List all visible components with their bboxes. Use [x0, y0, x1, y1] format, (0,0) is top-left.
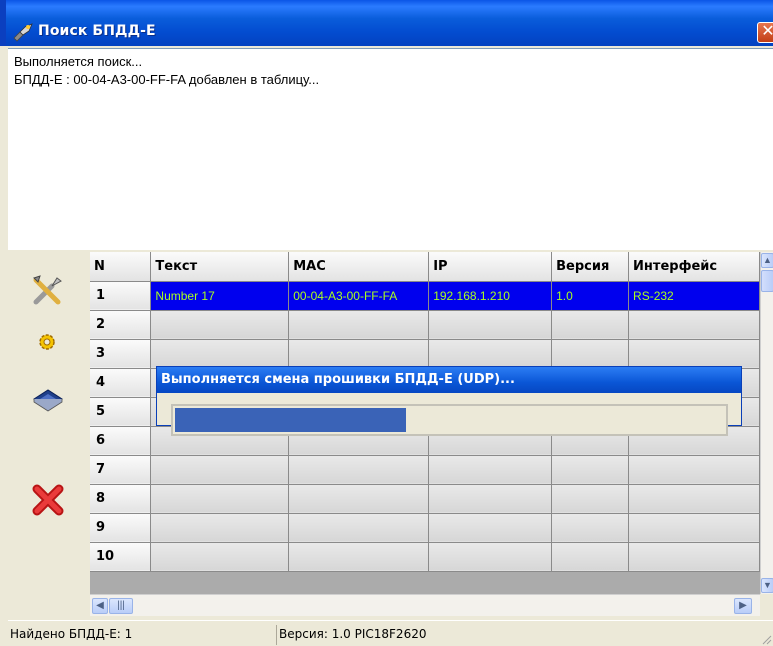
- status-found-count: Найдено БПДД-Е: 1: [10, 627, 133, 641]
- log-line: БПДД-Е : 00-04-A3-00-FF-FA добавлен в та…: [14, 72, 320, 87]
- scroll-right-button[interactable]: ▶: [734, 598, 752, 614]
- cell-version[interactable]: [551, 484, 630, 514]
- row-number[interactable]: 9: [90, 513, 152, 543]
- table-row[interactable]: 2: [90, 310, 760, 340]
- cell-ip[interactable]: [428, 455, 553, 485]
- progress-fill: [175, 408, 406, 432]
- scroll-hthumb[interactable]: |||: [109, 598, 133, 614]
- row-number[interactable]: 3: [90, 339, 152, 369]
- cell-version[interactable]: [551, 339, 630, 369]
- tools-icon[interactable]: [30, 272, 66, 311]
- scroll-down-button[interactable]: ▼: [761, 578, 773, 593]
- cell-ip[interactable]: [428, 310, 553, 340]
- cell-ip[interactable]: [428, 513, 553, 543]
- cell-interface[interactable]: [628, 339, 760, 369]
- cell-ip[interactable]: [428, 339, 553, 369]
- cell-version[interactable]: [551, 455, 630, 485]
- window-title: Поиск БПДД-Е: [38, 23, 156, 39]
- cell-interface[interactable]: [628, 513, 760, 543]
- progress-dialog[interactable]: Выполняется смена прошивки БПДД-Е (UDP).…: [156, 366, 742, 436]
- table-row[interactable]: 9: [90, 513, 760, 543]
- table-row[interactable]: 3: [90, 339, 760, 369]
- cell-ip[interactable]: [428, 542, 553, 572]
- left-toolbar: [8, 252, 90, 616]
- cell-ip[interactable]: 192.168.1.210: [428, 281, 553, 311]
- cell-mac[interactable]: [288, 339, 430, 369]
- cell-text[interactable]: [150, 339, 290, 369]
- cell-version[interactable]: [551, 542, 630, 572]
- horizontal-scrollbar[interactable]: ◀ ||| ▶: [90, 594, 760, 616]
- vertical-scrollbar[interactable]: ▲ ▼: [760, 252, 773, 594]
- row-number[interactable]: 1: [90, 281, 152, 311]
- cell-interface[interactable]: [628, 310, 760, 340]
- log-line: Выполняется поиск...: [14, 54, 143, 69]
- cell-interface[interactable]: [628, 542, 760, 572]
- cell-text[interactable]: [150, 513, 290, 543]
- row-number[interactable]: 7: [90, 455, 152, 485]
- chip-icon[interactable]: [32, 386, 64, 415]
- firmware-progress-bar: [171, 404, 728, 436]
- scroll-up-button[interactable]: ▲: [761, 253, 773, 268]
- cell-mac[interactable]: [288, 484, 430, 514]
- col-header-ip[interactable]: IP: [428, 252, 553, 282]
- resize-grip-icon[interactable]: [760, 633, 772, 645]
- cell-interface[interactable]: [628, 484, 760, 514]
- title-bar[interactable]: Поиск БПДД-Е ✕: [0, 0, 773, 46]
- table-row[interactable]: 8: [90, 484, 760, 514]
- close-icon: ✕: [761, 23, 773, 40]
- status-bar: Найдено БПДД-Е: 1 Версия: 1.0 PIC18F2620: [8, 620, 773, 646]
- cell-mac[interactable]: 00-04-A3-00-FF-FA: [288, 281, 430, 311]
- cell-text[interactable]: [150, 455, 290, 485]
- cell-mac[interactable]: [288, 455, 430, 485]
- cell-interface[interactable]: RS-232: [628, 281, 760, 311]
- cell-text[interactable]: [150, 542, 290, 572]
- cell-version[interactable]: [551, 310, 630, 340]
- table-row[interactable]: 10: [90, 542, 760, 572]
- cell-mac[interactable]: [288, 310, 430, 340]
- row-number[interactable]: 4: [90, 368, 152, 398]
- cell-version[interactable]: [551, 513, 630, 543]
- gear-icon[interactable]: [37, 332, 57, 355]
- cell-version[interactable]: 1.0: [551, 281, 630, 311]
- status-version: Версия: 1.0 PIC18F2620: [276, 625, 756, 645]
- cell-text[interactable]: Number 17: [150, 281, 290, 311]
- delete-icon[interactable]: [30, 482, 66, 521]
- app-icon: [12, 22, 34, 42]
- table-row[interactable]: 1 Number 17 00-04-A3-00-FF-FA 192.168.1.210…: [90, 281, 760, 311]
- row-number[interactable]: 5: [90, 397, 152, 427]
- scroll-left-button[interactable]: ◀: [92, 598, 108, 614]
- cell-ip[interactable]: [428, 484, 553, 514]
- table-header: N Текст MAC IP Версия Интерфейс: [90, 252, 760, 282]
- progress-dialog-title: Выполняется смена прошивки БПДД-Е (UDP).…: [157, 367, 741, 393]
- col-header-interface[interactable]: Интерфейс: [628, 252, 760, 282]
- row-number[interactable]: 8: [90, 484, 152, 514]
- row-number[interactable]: 2: [90, 310, 152, 340]
- close-button[interactable]: ✕: [757, 22, 773, 43]
- col-header-version[interactable]: Версия: [551, 252, 630, 282]
- scroll-thumb[interactable]: [761, 270, 773, 292]
- app-window: Поиск БПДД-Е ✕ Выполняется поиск... БПДД…: [0, 0, 773, 646]
- row-number[interactable]: 10: [90, 542, 152, 572]
- cell-mac[interactable]: [288, 513, 430, 543]
- cell-text[interactable]: [150, 310, 290, 340]
- row-number[interactable]: 6: [90, 426, 152, 456]
- col-header-text[interactable]: Текст: [150, 252, 290, 282]
- col-header-n[interactable]: N: [90, 252, 152, 282]
- cell-interface[interactable]: [628, 455, 760, 485]
- cell-text[interactable]: [150, 484, 290, 514]
- col-header-mac[interactable]: MAC: [288, 252, 430, 282]
- search-log[interactable]: Выполняется поиск... БПДД-Е : 00-04-A3-0…: [8, 48, 773, 250]
- table-row[interactable]: 7: [90, 455, 760, 485]
- cell-mac[interactable]: [288, 542, 430, 572]
